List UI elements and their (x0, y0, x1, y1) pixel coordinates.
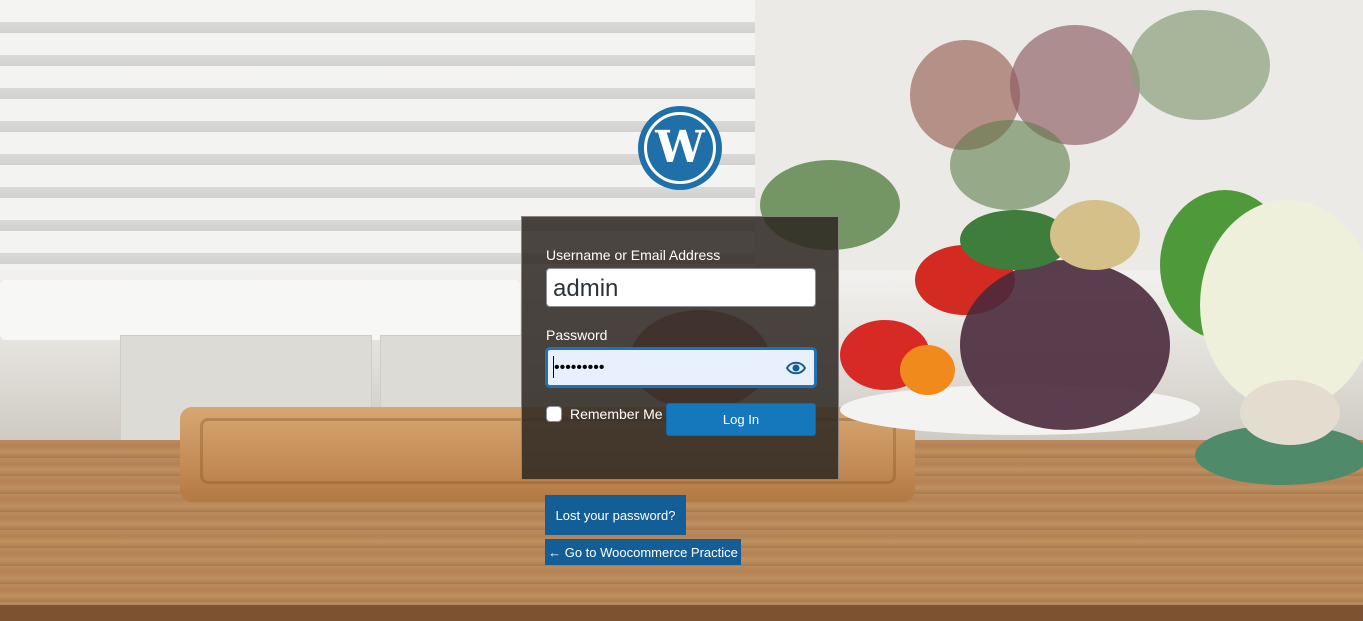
wordpress-logo-icon[interactable]: W (638, 106, 722, 190)
eye-icon[interactable] (786, 359, 806, 377)
purple-basil (960, 260, 1170, 430)
table-edge (0, 605, 1363, 621)
login-button[interactable]: Log In (666, 403, 816, 436)
remember-me-label[interactable]: Remember Me (570, 406, 663, 422)
sink (0, 280, 520, 340)
bread (1050, 200, 1140, 270)
garlic (1240, 380, 1340, 445)
username-input[interactable]: admin (546, 268, 816, 307)
password-input[interactable]: ••••••••• (546, 348, 816, 387)
lost-password-link[interactable]: Lost your password? (545, 495, 686, 535)
cauliflower (1200, 200, 1363, 410)
remember-me-checkbox[interactable] (546, 406, 562, 422)
flower (1130, 10, 1270, 120)
username-label: Username or Email Address (546, 247, 721, 263)
leaves (950, 120, 1070, 210)
username-value: admin (553, 275, 619, 302)
back-to-site-link[interactable]: ← Go to Woocommerce Practice (545, 539, 741, 565)
password-label: Password (546, 327, 608, 343)
password-masked-value: ••••••••• (554, 359, 605, 376)
wordpress-glyph: W (644, 112, 716, 184)
orange-tomato (900, 345, 955, 395)
remember-me[interactable]: Remember Me (546, 406, 663, 422)
login-form: Username or Email Address admin Password… (521, 216, 839, 480)
